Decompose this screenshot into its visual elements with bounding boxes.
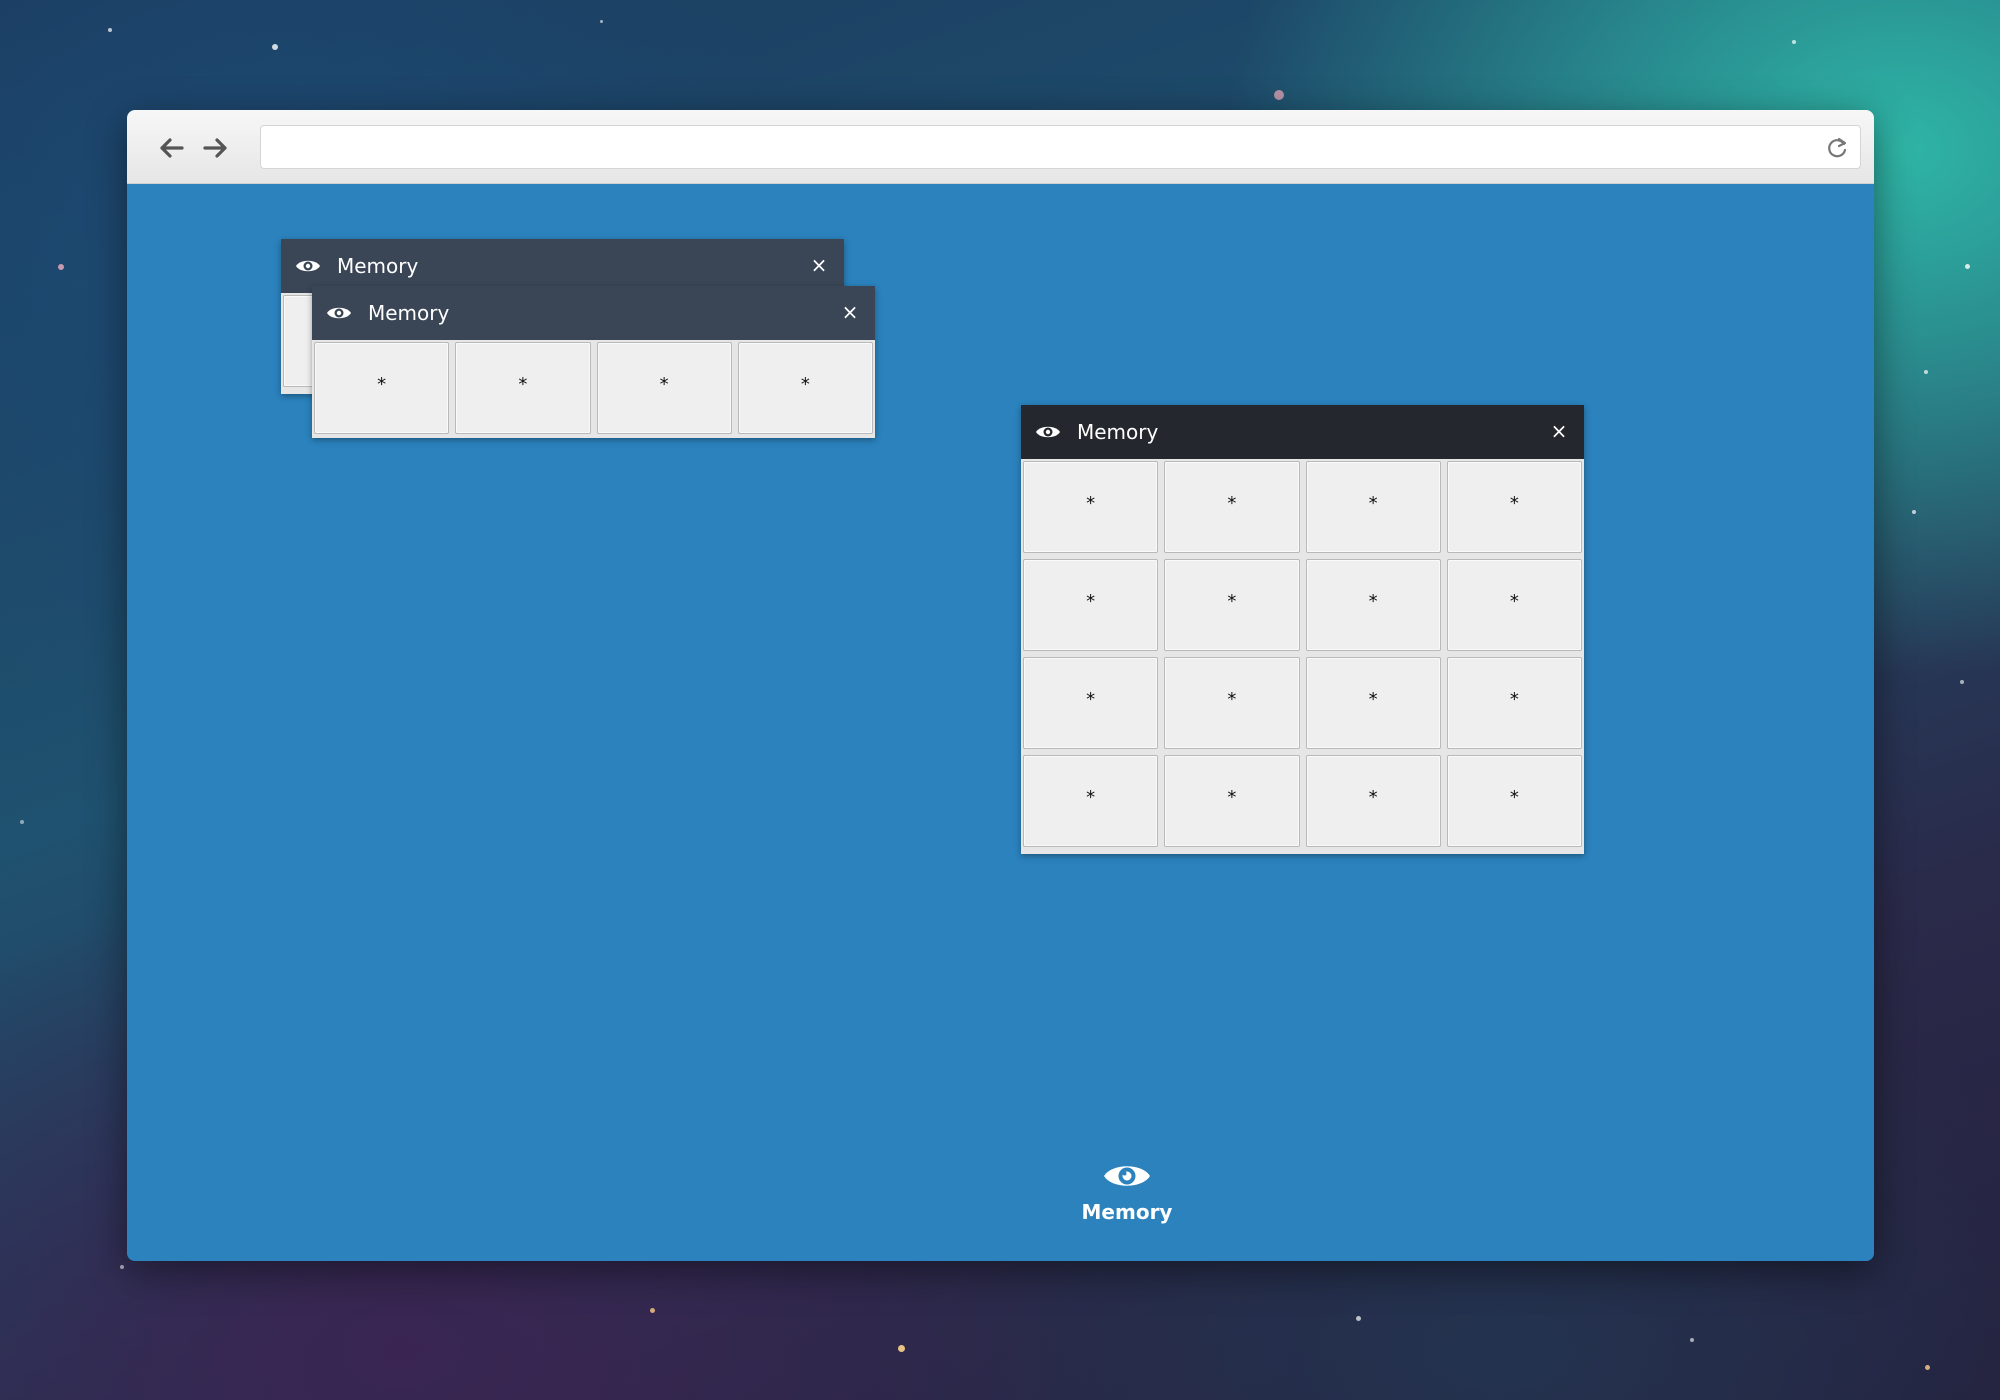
star: [1925, 1365, 1930, 1370]
reload-icon: [1828, 137, 1847, 158]
star: [108, 28, 112, 32]
star: [1924, 370, 1928, 374]
memory-card[interactable]: *: [1305, 559, 1441, 651]
memory-card[interactable]: *: [1446, 657, 1582, 749]
memory-window: Memory × * * * *: [312, 286, 875, 438]
memory-card[interactable]: *: [1446, 559, 1582, 651]
close-button[interactable]: ×: [808, 254, 830, 276]
memory-card[interactable]: *: [737, 342, 873, 434]
memory-card[interactable]: *: [1023, 755, 1159, 847]
eye-icon: [326, 304, 352, 322]
arrow-right-icon: [203, 138, 227, 158]
memory-card[interactable]: *: [596, 342, 732, 434]
memory-card[interactable]: *: [455, 342, 591, 434]
card-grid: * * * *: [314, 342, 873, 434]
close-button[interactable]: ×: [1548, 420, 1570, 442]
card-grid: * * * * * * * * * * * * * * * *: [1023, 461, 1582, 847]
window-titlebar[interactable]: Memory ×: [281, 239, 844, 293]
memory-card[interactable]: *: [1023, 657, 1159, 749]
dock-launcher-memory[interactable]: Memory: [1075, 1160, 1179, 1224]
dock-label: Memory: [1081, 1200, 1173, 1224]
eye-icon: [295, 257, 321, 275]
browser-toolbar: [127, 110, 1874, 184]
star: [1792, 40, 1796, 44]
star: [272, 44, 278, 50]
window-title: Memory: [368, 301, 450, 325]
memory-card[interactable]: *: [1023, 461, 1159, 553]
window-title: Memory: [337, 254, 419, 278]
memory-window: Memory × * * * * * * * * * * * * * * * *: [1021, 405, 1584, 854]
eye-icon: [1035, 423, 1061, 441]
reload-button[interactable]: [1824, 135, 1850, 161]
star: [120, 1265, 124, 1269]
memory-card[interactable]: *: [1164, 461, 1300, 553]
star: [1356, 1316, 1361, 1321]
address-bar[interactable]: [260, 125, 1861, 169]
close-button[interactable]: ×: [839, 301, 861, 323]
star: [1965, 264, 1970, 269]
star: [898, 1345, 905, 1352]
star: [1274, 90, 1284, 100]
forward-button[interactable]: [201, 133, 231, 163]
star: [1690, 1338, 1694, 1342]
window-titlebar[interactable]: Memory ×: [312, 286, 875, 340]
memory-card[interactable]: *: [1305, 461, 1441, 553]
star: [1960, 680, 1964, 684]
memory-card[interactable]: *: [1305, 755, 1441, 847]
window-title: Memory: [1077, 420, 1159, 444]
star: [600, 20, 603, 23]
eye-icon: [1104, 1166, 1150, 1186]
memory-card[interactable]: *: [1446, 755, 1582, 847]
memory-card[interactable]: *: [1164, 755, 1300, 847]
memory-card[interactable]: *: [1164, 559, 1300, 651]
back-button[interactable]: [156, 133, 186, 163]
url-input[interactable]: [271, 132, 1795, 164]
memory-card[interactable]: *: [1023, 559, 1159, 651]
memory-card[interactable]: *: [1164, 657, 1300, 749]
star: [650, 1308, 655, 1313]
browser-window: Memory × * Memory × * * * *: [127, 110, 1874, 1261]
memory-card[interactable]: *: [314, 342, 450, 434]
arrow-left-icon: [160, 138, 184, 158]
memory-card[interactable]: *: [1305, 657, 1441, 749]
star: [20, 820, 24, 824]
window-titlebar[interactable]: Memory ×: [1021, 405, 1584, 459]
star: [58, 264, 64, 270]
star: [1912, 510, 1916, 514]
memory-card[interactable]: *: [1446, 461, 1582, 553]
desktop-area: Memory × * Memory × * * * *: [127, 184, 1874, 1261]
